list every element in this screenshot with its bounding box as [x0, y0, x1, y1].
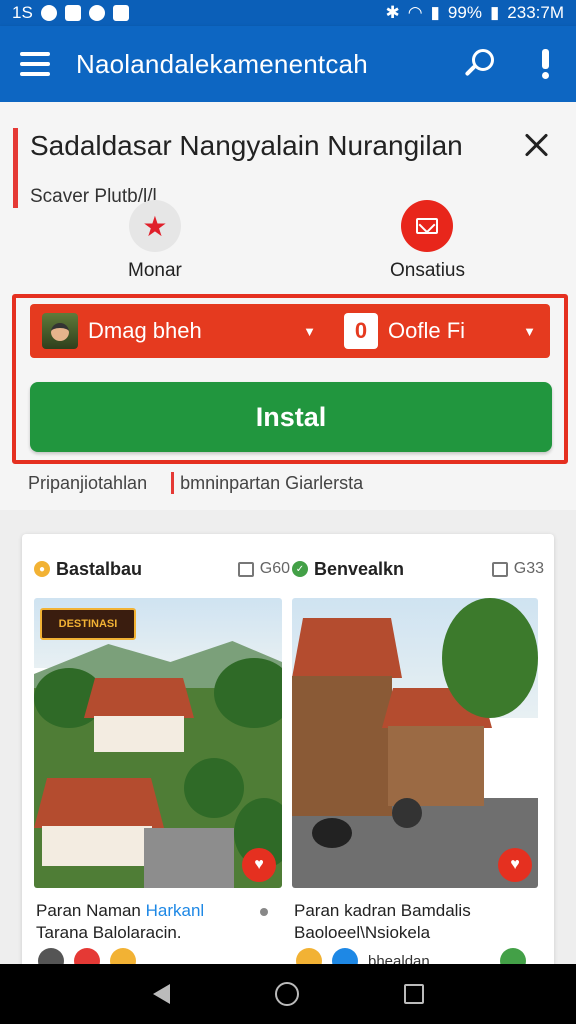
- recents-icon[interactable]: [403, 984, 424, 1004]
- document-icon: 0: [344, 313, 378, 349]
- badge-icon: ●: [34, 561, 50, 577]
- link-secondary[interactable]: bmninpartan Giarlersta: [180, 473, 363, 494]
- alert-icon[interactable]: [540, 49, 550, 79]
- chevron-down-icon: ▼: [303, 323, 316, 339]
- listing-card: ● Bastalbau G60 DESTINASI ♥ Paran Naman …: [22, 534, 554, 974]
- device-selector[interactable]: 0 Oofle Fi ▼: [330, 304, 550, 358]
- calendar-icon: [237, 561, 254, 577]
- status-bar: 1S ✱ ◠ ▮ 99% ▮ 233:7M: [0, 0, 576, 26]
- caption-line1: Paran Naman: [36, 901, 141, 920]
- calendar-icon: [491, 561, 508, 577]
- listing-photo[interactable]: ♥: [292, 598, 538, 888]
- account-selector-label: Dmag bheh: [88, 318, 202, 343]
- header-card: Sadaldasar Nangyalain Nurangilan Scaver …: [0, 102, 576, 510]
- column-count: G33: [491, 560, 544, 578]
- link-row: Pripanjiotahlan bmninpartan Giarlersta: [28, 472, 363, 494]
- listing-photo[interactable]: DESTINASI ♥: [34, 598, 282, 888]
- menu-icon[interactable]: [20, 52, 50, 76]
- destination-banner: DESTINASI: [40, 608, 136, 640]
- location-notification-icon: [88, 5, 105, 21]
- mail-notification-icon: [64, 5, 81, 21]
- device-selector-label: Oofle Fi: [388, 318, 466, 343]
- avatar: [42, 313, 78, 349]
- chevron-down-icon: ▼: [523, 323, 536, 339]
- mail-icon: [401, 200, 454, 252]
- home-icon[interactable]: [274, 982, 299, 1006]
- quick-action-label: Monar: [128, 260, 182, 281]
- quick-action-label: Onsatius: [390, 260, 465, 281]
- caption-line2: Tarana Balolaracin.: [36, 923, 182, 942]
- favorite-heart-icon[interactable]: ♥: [242, 848, 276, 882]
- check-badge-icon: ✓: [292, 561, 308, 577]
- banner-text: DESTINASI: [58, 618, 118, 630]
- system-nav-bar: [0, 964, 576, 1024]
- count-value: G33: [513, 560, 544, 577]
- listing-column: ✓ Benvealkn G33 ♥ Paran kadran Bamdalis …: [292, 534, 544, 974]
- clock: 233:7M: [507, 3, 564, 22]
- search-icon[interactable]: [462, 47, 496, 81]
- accent-bar: [13, 128, 18, 208]
- caption-line1: Paran kadran Bamdalis: [294, 901, 471, 920]
- back-icon[interactable]: [152, 984, 170, 1004]
- selector-row: Dmag bheh ▼ 0 Oofle Fi ▼: [30, 304, 550, 358]
- bluetooth-icon: ✱: [385, 3, 400, 22]
- battery-icon: ▮: [489, 3, 500, 22]
- caption-tag: Harkanl: [145, 901, 205, 920]
- quick-action-onsatius[interactable]: Onsatius: [390, 200, 465, 282]
- signal-icon: ▮: [430, 3, 440, 22]
- column-count: G60: [237, 560, 290, 578]
- more-dot-icon[interactable]: [260, 908, 268, 916]
- favorite-heart-icon[interactable]: ♥: [498, 848, 532, 882]
- image-notification-icon: [112, 5, 129, 21]
- listing-column: ● Bastalbau G60 DESTINASI ♥ Paran Naman …: [34, 534, 290, 974]
- battery-percent: 99%: [447, 3, 482, 22]
- divider: [171, 472, 175, 494]
- listing-caption: Paran Naman Harkanl Tarana Balolaracin.: [36, 900, 276, 944]
- notification-icon: [40, 5, 57, 21]
- column-header: ● Bastalbau G60: [34, 554, 290, 584]
- column-header: ✓ Benvealkn G33: [292, 554, 544, 584]
- caption-line2: Baoloeel\Nsiokela: [294, 923, 431, 942]
- wifi-icon: ◠: [407, 3, 423, 22]
- column-title: Benvealkn: [314, 558, 405, 579]
- star-icon: ★: [128, 200, 181, 252]
- install-panel: Dmag bheh ▼ 0 Oofle Fi ▼ Instal: [12, 294, 568, 464]
- app-bar: Naolandalekamenentcah: [0, 26, 576, 102]
- quick-action-monar[interactable]: ★ Monar: [128, 200, 182, 282]
- count-value: G60: [259, 560, 290, 577]
- listing-caption: Paran kadran Bamdalis Baoloeel\Nsiokela: [294, 900, 534, 944]
- account-selector[interactable]: Dmag bheh ▼: [30, 304, 330, 358]
- install-button[interactable]: Instal: [30, 382, 552, 452]
- app-title: Naolandalekamenentcah: [76, 48, 368, 79]
- link-primary[interactable]: Pripanjiotahlan: [28, 473, 147, 494]
- page-title: Sadaldasar Nangyalain Nurangilan: [30, 130, 463, 161]
- close-icon[interactable]: [522, 130, 552, 160]
- column-title: Bastalbau: [56, 558, 143, 579]
- status-text: 1S: [12, 3, 33, 22]
